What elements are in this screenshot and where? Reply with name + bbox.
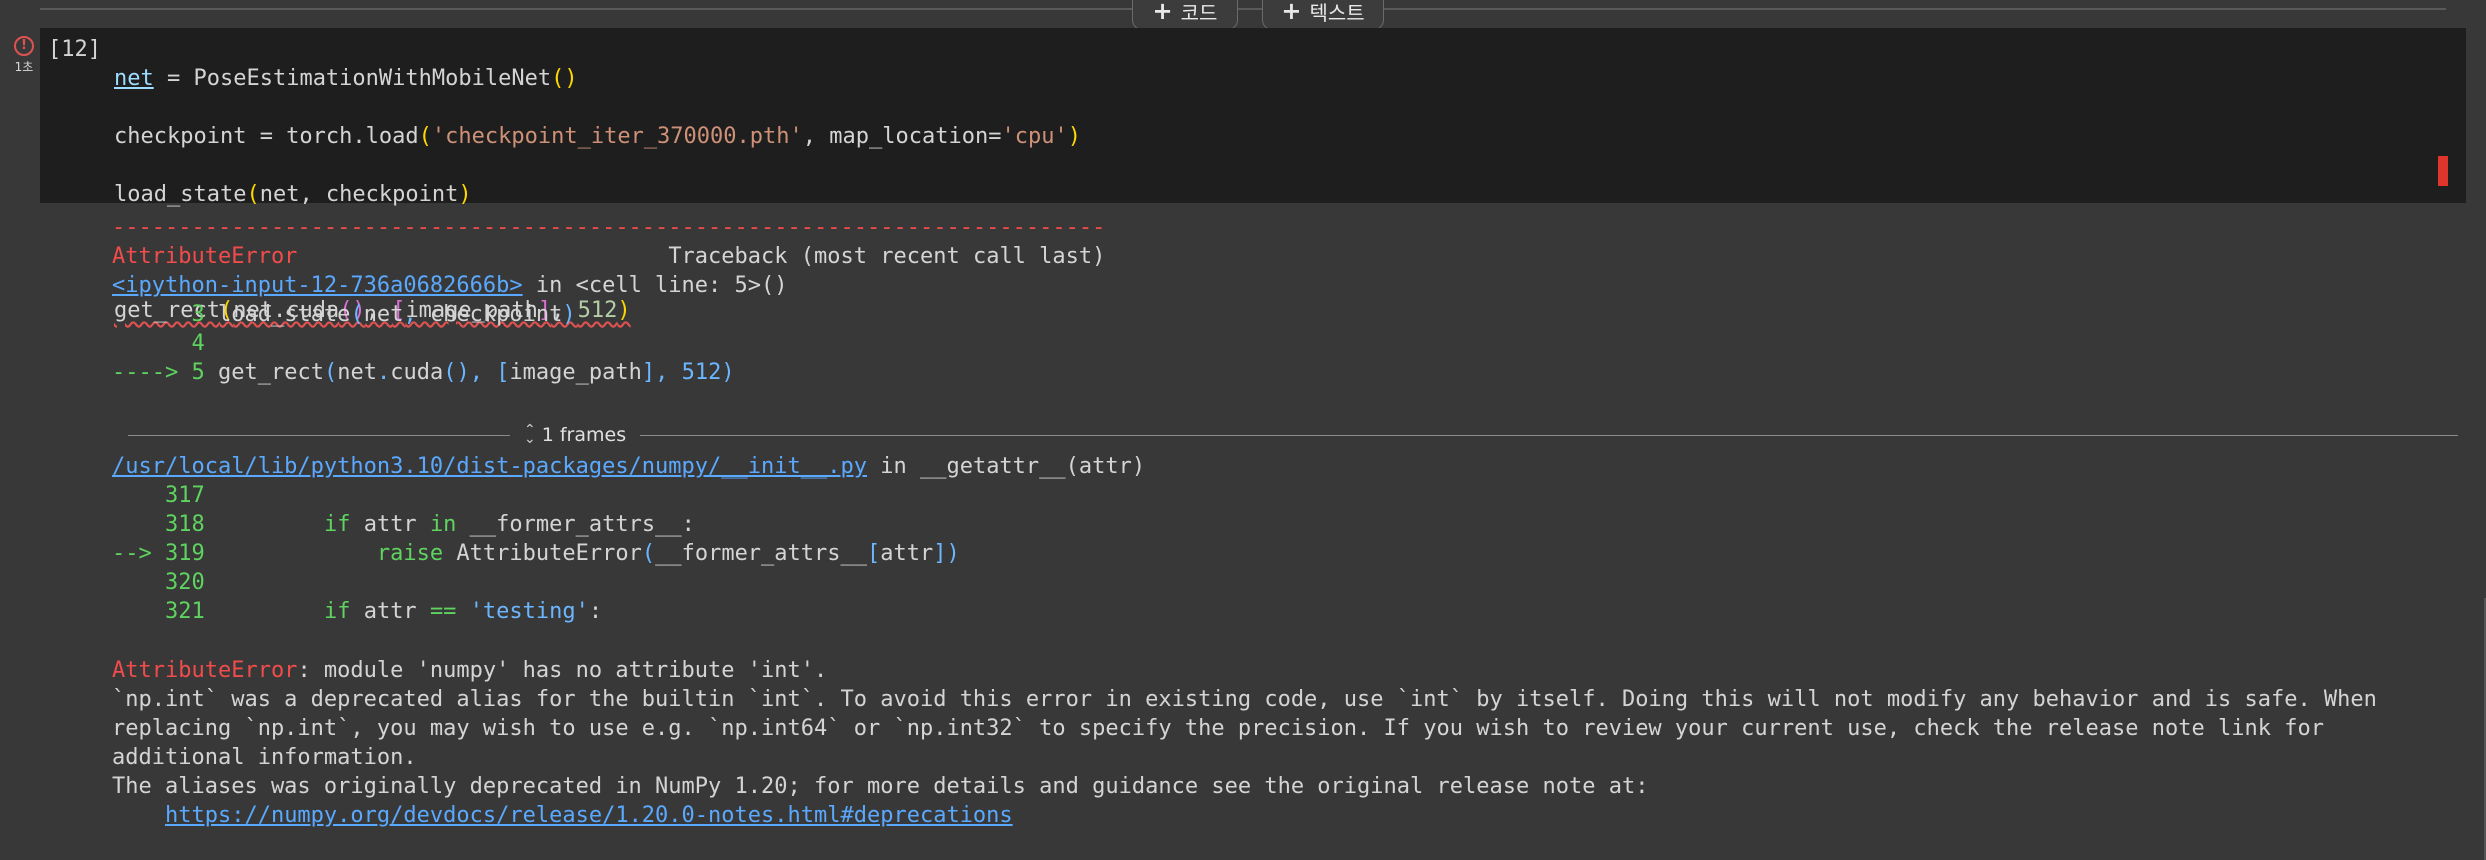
- code-line-2: checkpoint = torch.load('checkpoint_iter…: [114, 124, 1081, 149]
- add-code-button[interactable]: + 코드: [1132, 0, 1238, 30]
- line-marker: [112, 512, 165, 537]
- code-line-3: load_state(net, checkpoint): [114, 182, 472, 207]
- frame-1-line-3: 3 load_state(net, checkpoint): [112, 300, 2462, 329]
- error-icon: !: [14, 36, 34, 56]
- line-number: 3: [191, 302, 205, 327]
- elapsed-time: 1초: [14, 60, 34, 74]
- release-note-link[interactable]: https://numpy.org/devdocs/release/1.20.0…: [165, 803, 1013, 828]
- frames-divider-left: [128, 434, 510, 436]
- execution-count: [12]: [48, 37, 101, 62]
- frames-toggle-row: ⌃ ⌄ 1 frames: [128, 422, 2458, 447]
- line-code: get_rect(net.cuda(), [image_path], 512): [204, 360, 735, 385]
- frame-2-lines: 317 318 if attr in __former_attrs__: --> …: [112, 481, 2462, 626]
- line-number: 4: [191, 331, 205, 356]
- traceback-separator: ----------------------------------------…: [112, 215, 1106, 240]
- line-code: if attr == 'testing':: [323, 599, 603, 624]
- cell-divider: [40, 8, 2446, 10]
- frames-divider-right: [640, 434, 2458, 436]
- frames-toggle[interactable]: ⌃ ⌄ 1 frames: [510, 422, 640, 447]
- frame-2-link[interactable]: /usr/local/lib/python3.10/dist-packages/…: [112, 454, 867, 479]
- line-number: 321: [164, 599, 205, 624]
- frame-1-line-5: ----> 5 get_rect(net.cuda(), [image_path…: [112, 358, 2462, 387]
- line-marker: [112, 570, 165, 595]
- add-text-button[interactable]: + 텍스트: [1262, 0, 1384, 30]
- frame-1-line-4: 4: [112, 329, 2462, 358]
- frame-2-line-319: --> 319 raise AttributeError(__former_at…: [112, 539, 2462, 568]
- add-text-label: 텍스트: [1309, 0, 1365, 25]
- frame-2-line-318: 318 if attr in __former_attrs__:: [112, 510, 2462, 539]
- traceback-header-line: AttributeError Traceback (most recent ca…: [112, 242, 2462, 271]
- frame-2-line-317: 317: [112, 481, 2462, 510]
- frame-1-location: <ipython-input-12-736a0682666b> in <cell…: [112, 273, 788, 298]
- code-line-1: net = PoseEstimationWithMobileNet(): [114, 66, 578, 91]
- line-code: load_state(net, checkpoint): [204, 302, 576, 327]
- plus-icon: +: [1152, 0, 1173, 25]
- line-code: raise AttributeError(__former_attrs__[at…: [376, 541, 960, 566]
- frames-count: 1 frames: [541, 424, 627, 446]
- line-number: 5: [191, 360, 205, 385]
- line-marker: [112, 331, 191, 356]
- frame-2-line-321: 321 if attr == 'testing':: [112, 597, 2462, 626]
- plus-icon: +: [1281, 0, 1302, 25]
- error-message-detail: `np.int` was a deprecated alias for the …: [112, 687, 2377, 799]
- line-number: 318: [164, 512, 205, 537]
- line-code: if attr in __former_attrs__:: [323, 512, 695, 537]
- frame-1-lines: 3 load_state(net, checkpoint) 4 ----> 5 g…: [112, 300, 2462, 387]
- release-note-line: https://numpy.org/devdocs/release/1.20.0…: [112, 801, 2472, 830]
- add-code-label: 코드: [1180, 0, 1218, 25]
- line-marker: [112, 483, 165, 508]
- line-marker: ---->: [112, 360, 192, 385]
- frame-2: /usr/local/lib/python3.10/dist-packages/…: [112, 452, 2462, 626]
- line-number: 319: [164, 541, 205, 566]
- frame-2-line-320: 320: [112, 568, 2462, 597]
- expand-collapse-icon: ⌃ ⌄: [524, 422, 536, 447]
- code-cell[interactable]: [12] net = PoseEstimationWithMobileNet()…: [40, 28, 2466, 323]
- error-message: AttributeError: module 'numpy' has no at…: [112, 656, 2472, 830]
- frame-1-link[interactable]: <ipython-input-12-736a0682666b>: [112, 273, 523, 298]
- run-status[interactable]: ! 1초: [10, 36, 38, 75]
- line-marker: [112, 302, 191, 327]
- error-scroll-marker: [2438, 156, 2448, 186]
- traceback-header: Traceback (most recent call last): [668, 244, 1106, 269]
- frame-2-location: /usr/local/lib/python3.10/dist-packages/…: [112, 454, 1146, 479]
- error-message-line: AttributeError: module 'numpy' has no at…: [112, 658, 828, 683]
- line-number: 317: [164, 483, 205, 508]
- line-marker: -->: [112, 541, 165, 566]
- error-name: AttributeError: [112, 244, 298, 269]
- line-number: 320: [164, 570, 205, 595]
- cell-output: ----------------------------------------…: [112, 213, 2462, 387]
- line-marker: [112, 599, 165, 624]
